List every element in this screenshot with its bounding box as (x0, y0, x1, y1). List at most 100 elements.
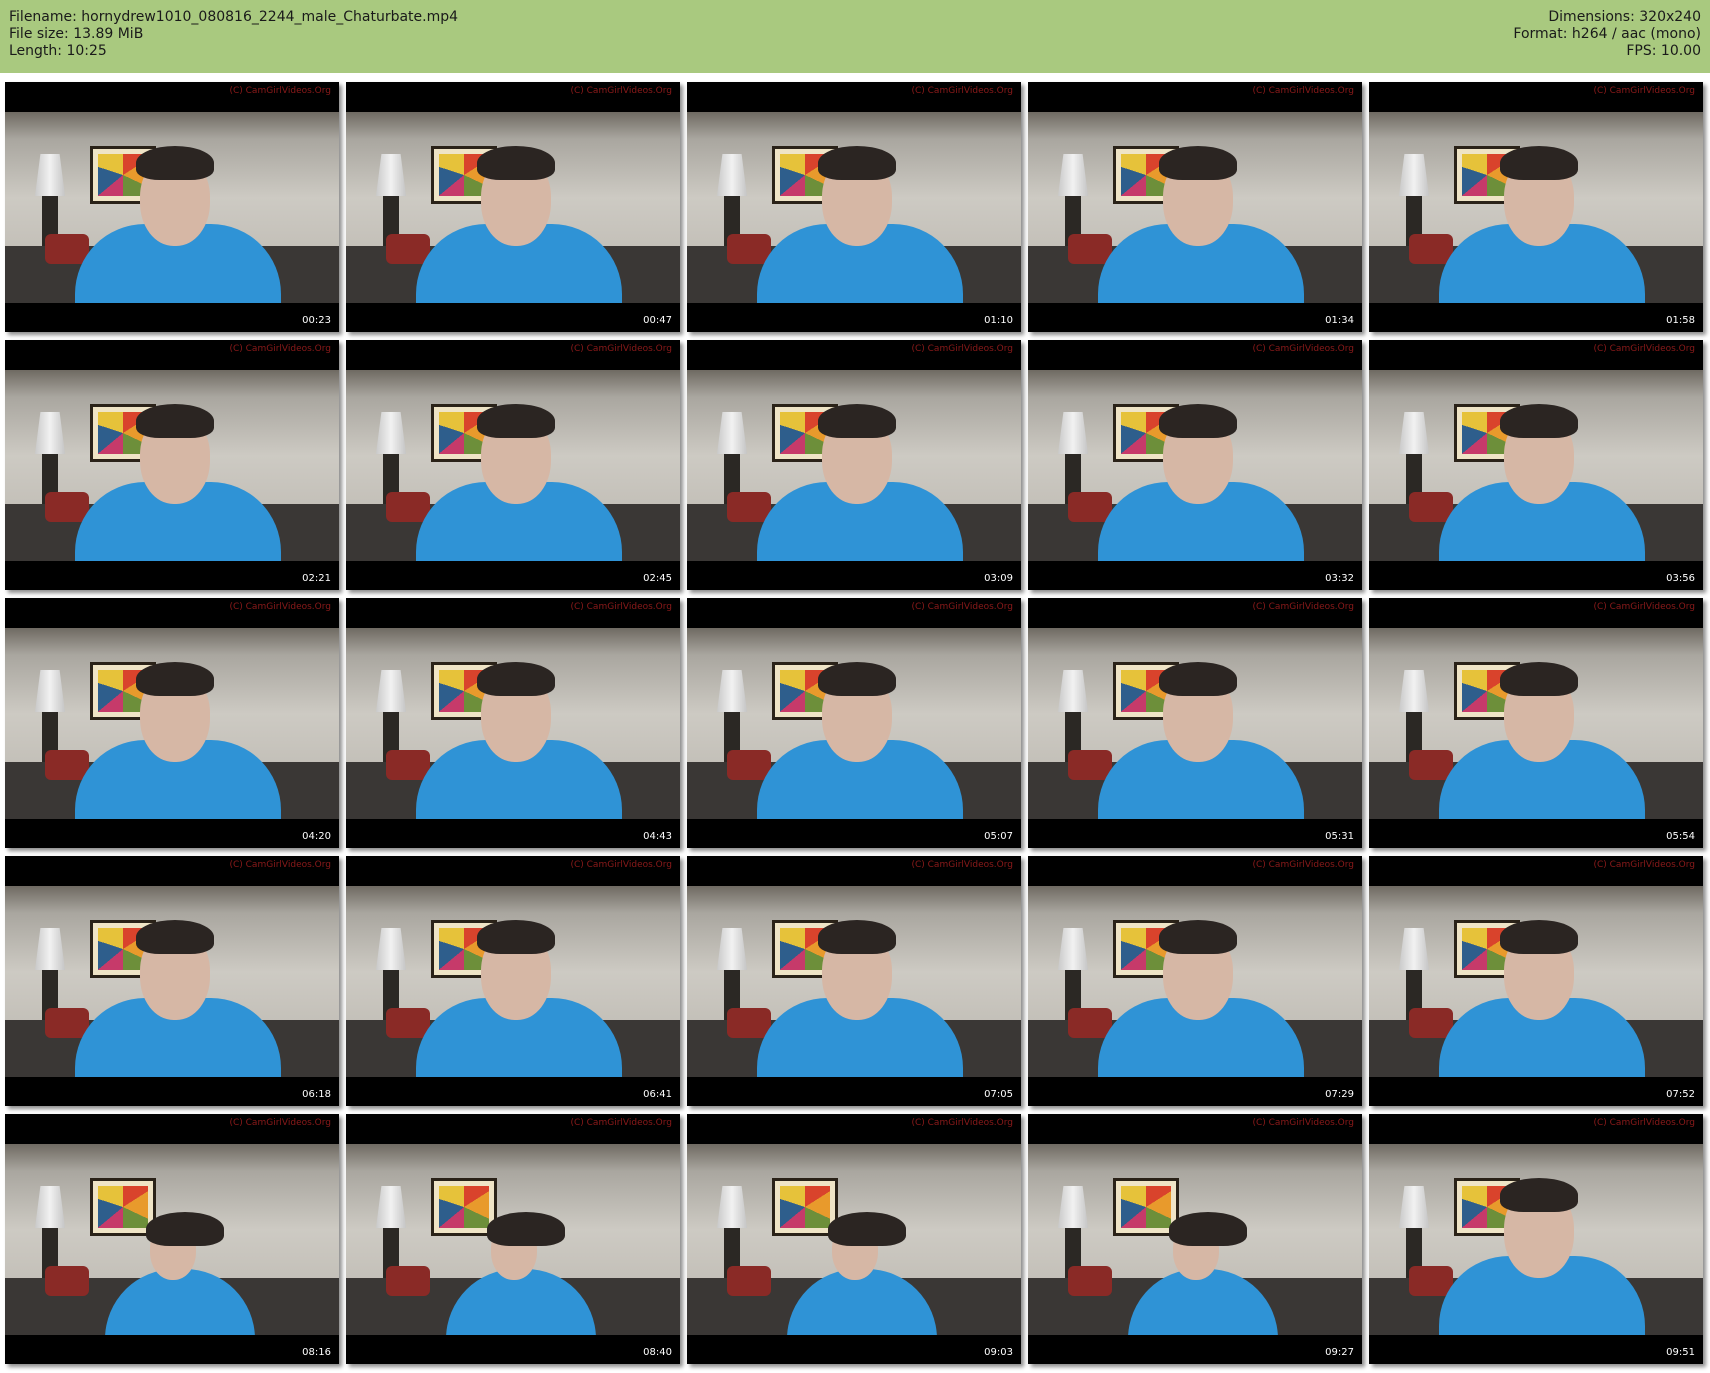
pillow (45, 234, 89, 264)
pillow (727, 1266, 771, 1296)
timestamp-label: 05:54 (1666, 831, 1695, 842)
watermark-text: (C) CamGirlVideos.Org (911, 344, 1013, 354)
lamp (1058, 670, 1088, 712)
lamp (1058, 154, 1088, 196)
watermark-text: (C) CamGirlVideos.Org (570, 86, 672, 96)
pillow (1068, 750, 1112, 780)
person-face (477, 404, 555, 504)
timestamp-label: 05:07 (984, 831, 1013, 842)
thumbnail: (C) CamGirlVideos.Org 04:43 (346, 598, 680, 848)
timestamp-label: 08:16 (302, 1347, 331, 1358)
thumbnail: (C) CamGirlVideos.Org 08:16 (5, 1114, 339, 1364)
timestamp-label: 00:23 (302, 315, 331, 326)
watermark-text: (C) CamGirlVideos.Org (1252, 1118, 1354, 1128)
thumbnail: (C) CamGirlVideos.Org 09:03 (687, 1114, 1021, 1364)
watermark-text: (C) CamGirlVideos.Org (570, 344, 672, 354)
thumbnail: (C) CamGirlVideos.Org 07:29 (1028, 856, 1362, 1106)
video-frame (1369, 370, 1703, 561)
timestamp-label: 03:09 (984, 573, 1013, 584)
format-text: Format: h264 / aac (mono) (1513, 26, 1701, 42)
lamp (717, 1186, 747, 1228)
pillow (1409, 1008, 1453, 1038)
pillow (45, 1266, 89, 1296)
timestamp-label: 07:05 (984, 1089, 1013, 1100)
video-frame (5, 628, 339, 819)
lamp (35, 154, 65, 196)
video-frame (687, 1144, 1021, 1335)
video-frame (1369, 112, 1703, 303)
thumbnail: (C) CamGirlVideos.Org 07:05 (687, 856, 1021, 1106)
lamp (1399, 670, 1429, 712)
timestamp-label: 02:45 (643, 573, 672, 584)
video-frame (5, 886, 339, 1077)
length-text: Length: 10:25 (9, 43, 107, 59)
timestamp-label: 07:29 (1325, 1089, 1354, 1100)
video-frame (1028, 112, 1362, 303)
video-frame (1028, 370, 1362, 561)
watermark-text: (C) CamGirlVideos.Org (570, 602, 672, 612)
timestamp-label: 07:52 (1666, 1089, 1695, 1100)
pillow (727, 1008, 771, 1038)
lamp (717, 412, 747, 454)
watermark-text: (C) CamGirlVideos.Org (229, 344, 331, 354)
lamp (1399, 154, 1429, 196)
person-face (1500, 1178, 1578, 1278)
watermark-text: (C) CamGirlVideos.Org (229, 1118, 331, 1128)
thumbnail: (C) CamGirlVideos.Org 09:51 (1369, 1114, 1703, 1364)
watermark-text: (C) CamGirlVideos.Org (229, 602, 331, 612)
timestamp-label: 09:27 (1325, 1347, 1354, 1358)
thumbnail: (C) CamGirlVideos.Org 07:52 (1369, 856, 1703, 1106)
person-face (146, 1212, 224, 1280)
thumbnail: (C) CamGirlVideos.Org 04:20 (5, 598, 339, 848)
person-face (1159, 146, 1237, 246)
timestamp-label: 04:20 (302, 831, 331, 842)
thumbnail: (C) CamGirlVideos.Org 05:54 (1369, 598, 1703, 848)
person-face (1159, 662, 1237, 762)
lamp (35, 928, 65, 970)
lamp (1399, 412, 1429, 454)
lamp (1399, 1186, 1429, 1228)
lamp (1058, 412, 1088, 454)
person-face (1500, 662, 1578, 762)
pillow (1409, 750, 1453, 780)
lamp (376, 154, 406, 196)
watermark-text: (C) CamGirlVideos.Org (1593, 344, 1695, 354)
pillow (386, 492, 430, 522)
thumbnail: (C) CamGirlVideos.Org 00:47 (346, 82, 680, 332)
person-face (818, 662, 896, 762)
timestamp-label: 06:41 (643, 1089, 672, 1100)
timestamp-label: 01:34 (1325, 315, 1354, 326)
thumbnail: (C) CamGirlVideos.Org 06:18 (5, 856, 339, 1106)
lamp (35, 1186, 65, 1228)
pillow (386, 750, 430, 780)
watermark-text: (C) CamGirlVideos.Org (229, 86, 331, 96)
pillow (386, 1008, 430, 1038)
person-face (1500, 404, 1578, 504)
thumbnail: (C) CamGirlVideos.Org 08:40 (346, 1114, 680, 1364)
person-face (136, 920, 214, 1020)
video-frame (346, 1144, 680, 1335)
thumbnail: (C) CamGirlVideos.Org 02:45 (346, 340, 680, 590)
timestamp-label: 01:10 (984, 315, 1013, 326)
video-frame (1369, 886, 1703, 1077)
lamp (376, 412, 406, 454)
video-frame (5, 112, 339, 303)
timestamp-label: 02:21 (302, 573, 331, 584)
thumbnail: (C) CamGirlVideos.Org 09:27 (1028, 1114, 1362, 1364)
filename-text: Filename: hornydrew1010_080816_2244_male… (9, 9, 459, 25)
pillow (45, 1008, 89, 1038)
video-frame (687, 370, 1021, 561)
info-header: Filename: hornydrew1010_080816_2244_male… (0, 0, 1710, 73)
watermark-text: (C) CamGirlVideos.Org (570, 1118, 672, 1128)
timestamp-label: 09:03 (984, 1347, 1013, 1358)
thumbnail: (C) CamGirlVideos.Org 01:10 (687, 82, 1021, 332)
watermark-text: (C) CamGirlVideos.Org (570, 860, 672, 870)
video-frame (346, 628, 680, 819)
watermark-text: (C) CamGirlVideos.Org (1252, 602, 1354, 612)
watermark-text: (C) CamGirlVideos.Org (1593, 602, 1695, 612)
timestamp-label: 06:18 (302, 1089, 331, 1100)
fps-text: FPS: 10.00 (1626, 43, 1701, 59)
watermark-text: (C) CamGirlVideos.Org (911, 602, 1013, 612)
thumbnail: (C) CamGirlVideos.Org 02:21 (5, 340, 339, 590)
pillow (727, 750, 771, 780)
